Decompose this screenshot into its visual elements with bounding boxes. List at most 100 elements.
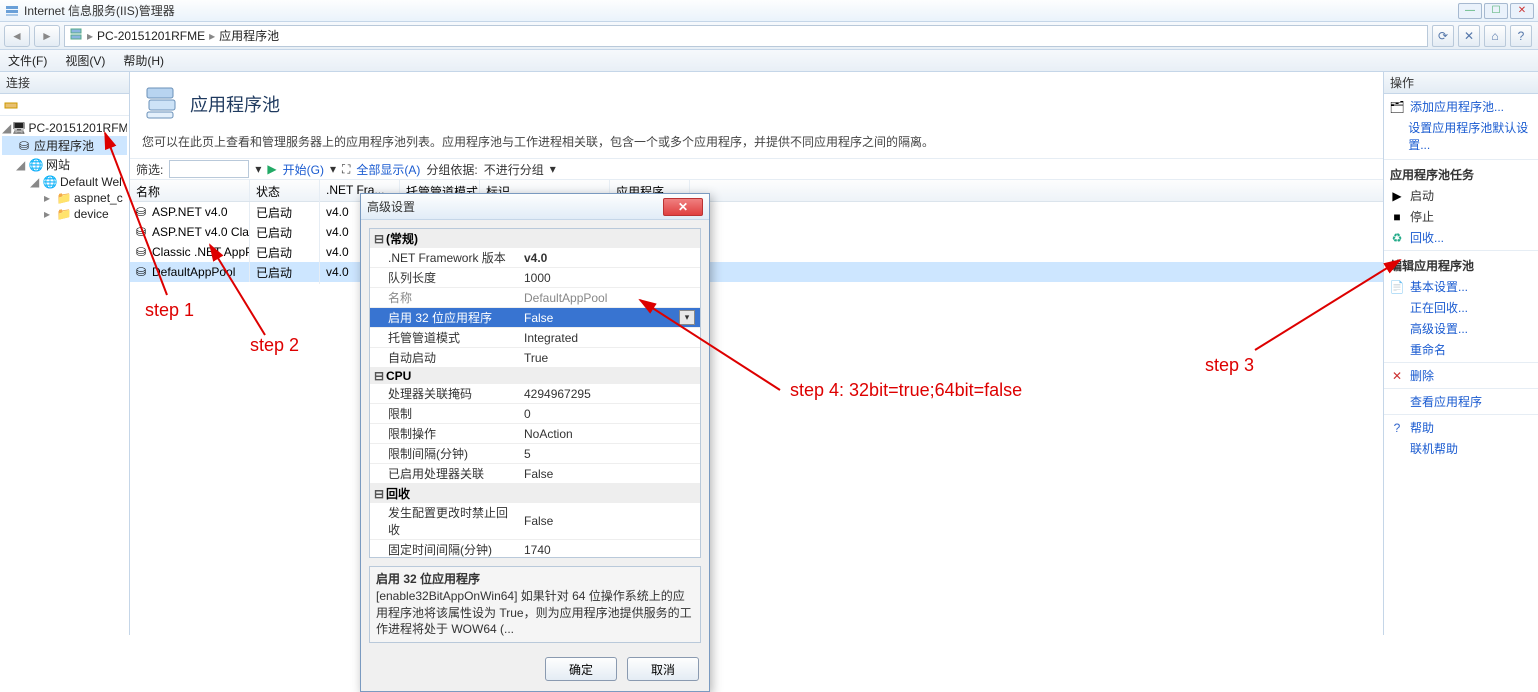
col-status[interactable]: 状态 (250, 180, 320, 201)
minimize-button[interactable]: — (1458, 3, 1482, 19)
refresh-button[interactable]: ⟳ (1432, 25, 1454, 47)
menu-help[interactable]: 帮助(H) (119, 50, 168, 71)
action-stop[interactable]: ■停止 (1384, 206, 1538, 227)
filter-label: 筛选: (136, 161, 163, 178)
app-pool-large-icon (142, 82, 182, 125)
groupby-value[interactable]: 不进行分组 (484, 161, 544, 178)
action-delete[interactable]: ✕删除 (1384, 365, 1538, 386)
menu-view[interactable]: 视图(V) (61, 50, 109, 71)
prop-row[interactable]: 限制间隔(分钟)5 (370, 444, 700, 464)
action-help[interactable]: ?帮助 (1384, 417, 1538, 438)
prop-row[interactable]: 限制0 (370, 404, 700, 424)
breadcrumb[interactable]: ▸ PC-20151201RFME ▸ 应用程序池 (64, 25, 1428, 47)
filter-input[interactable] (169, 160, 249, 178)
settings-icon: 📄 (1390, 280, 1404, 294)
tree-site[interactable]: ◢🌐Default Wel (2, 174, 127, 190)
property-help: 启用 32 位应用程序 [enable32BitAppOnWin64] 如果针对… (369, 566, 701, 643)
prop-row[interactable]: 队列长度1000 (370, 268, 700, 288)
advanced-settings-dialog: 高级设置 ✕ ⊟(常规) .NET Framework 版本v4.0 队列长度1… (360, 193, 710, 692)
server-icon (69, 27, 83, 44)
filter-toolbar: 筛选: ▾ ▶ 开始(G) ▾ ⛶ 全部显示(A) 分组依据: 不进行分组 ▾ (130, 158, 1383, 180)
breadcrumb-host[interactable]: PC-20151201RFME (97, 29, 205, 43)
connect-icon[interactable] (4, 96, 18, 113)
maximize-button[interactable]: ☐ (1484, 3, 1508, 19)
tree-folder[interactable]: ▸📁device (2, 206, 127, 222)
dialog-title: 高级设置 (367, 198, 415, 215)
table-row[interactable]: ⛁Classic .NET AppPool 已启动v4.0 (130, 242, 1383, 262)
dialog-close-button[interactable]: ✕ (663, 198, 703, 216)
add-icon: 🗂 (1390, 100, 1404, 114)
filter-dropdown[interactable]: ▾ (255, 162, 261, 176)
prop-row[interactable]: 名称DefaultAppPool (370, 288, 700, 308)
action-recycling[interactable]: 正在回收... (1384, 297, 1538, 318)
close-button[interactable]: ✕ (1510, 3, 1534, 19)
action-rename[interactable]: 重命名 (1384, 339, 1538, 360)
page-description: 您可以在此页上查看和管理服务器上的应用程序池列表。应用程序池与工作进程相关联，包… (130, 133, 1383, 158)
table-row[interactable]: ⛁DefaultAppPool 已启动v4.0 (130, 262, 1383, 282)
prop-group-cpu[interactable]: ⊟CPU (370, 368, 700, 384)
main-layout: 连接 ◢🖥PC-20151201RFME ⛁应用程序池 ◢🌐网站 ◢🌐Defau… (0, 72, 1538, 635)
menu-bar: 文件(F) 视图(V) 帮助(H) (0, 50, 1538, 72)
prop-group-recycle[interactable]: ⊟回收 (370, 484, 700, 503)
home-button[interactable]: ⌂ (1484, 25, 1506, 47)
prop-row[interactable]: 托管管道模式Integrated (370, 328, 700, 348)
prop-row[interactable]: 已启用处理器关联False (370, 464, 700, 484)
edit-header: 编辑应用程序池 (1384, 253, 1538, 276)
action-add-pool[interactable]: 🗂添加应用程序池... (1384, 96, 1538, 117)
grid-body: ⛁ASP.NET v4.0 已启动v4.0 集成ApplicationPoolI… (130, 202, 1383, 282)
prop-row[interactable]: 固定时间间隔(分钟)1740 (370, 540, 700, 558)
show-all-button[interactable]: 全部显示(A) (356, 161, 420, 178)
help-button[interactable]: ? (1510, 25, 1532, 47)
breadcrumb-page[interactable]: 应用程序池 (219, 27, 279, 44)
prop-group-general[interactable]: ⊟(常规) (370, 229, 700, 248)
go-button[interactable]: 开始(G) (283, 161, 324, 178)
dialog-buttons: 确定 取消 (361, 651, 709, 691)
property-grid[interactable]: ⊟(常规) .NET Framework 版本v4.0 队列长度1000 名称D… (369, 228, 701, 558)
connections-panel: 连接 ◢🖥PC-20151201RFME ⛁应用程序池 ◢🌐网站 ◢🌐Defau… (0, 72, 130, 635)
tree-sites[interactable]: ◢🌐网站 (2, 155, 127, 174)
tree-root[interactable]: ◢🖥PC-20151201RFME (2, 120, 127, 136)
help-icon: ? (1390, 421, 1404, 435)
app-pool-icon: ⛁ (136, 205, 150, 219)
stop-icon: ■ (1390, 210, 1404, 224)
prop-row[interactable]: .NET Framework 版本v4.0 (370, 248, 700, 268)
nav-back-button[interactable]: ◄ (4, 25, 30, 47)
ok-button[interactable]: 确定 (545, 657, 617, 681)
table-row[interactable]: ⛁ASP.NET v4.0 已启动v4.0 集成ApplicationPoolI… (130, 202, 1383, 222)
stop-button[interactable]: ✕ (1458, 25, 1480, 47)
folder-icon: 📁 (56, 191, 72, 205)
title-bar: Internet 信息服务(IIS)管理器 — ☐ ✕ (0, 0, 1538, 22)
action-advanced[interactable]: 高级设置... (1384, 318, 1538, 339)
action-view-apps[interactable]: 查看应用程序 (1384, 391, 1538, 412)
menu-file[interactable]: 文件(F) (4, 50, 51, 71)
recycle-icon: ♻ (1390, 231, 1404, 245)
prop-row[interactable]: 限制操作NoAction (370, 424, 700, 444)
tree-folder[interactable]: ▸📁aspnet_c (2, 190, 127, 206)
action-recycle[interactable]: ♻回收... (1384, 227, 1538, 248)
cancel-button[interactable]: 取消 (627, 657, 699, 681)
dialog-titlebar[interactable]: 高级设置 ✕ (361, 194, 709, 220)
app-pool-icon: ⛁ (136, 265, 150, 279)
groupby-label: 分组依据: (426, 161, 477, 178)
iis-icon (4, 3, 20, 19)
tree-app-pools[interactable]: ⛁应用程序池 (2, 136, 127, 155)
go-icon: ▶ (267, 162, 276, 176)
connections-tree: ◢🖥PC-20151201RFME ⛁应用程序池 ◢🌐网站 ◢🌐Default … (0, 116, 129, 226)
action-start[interactable]: ▶启动 (1384, 185, 1538, 206)
play-icon: ▶ (1390, 189, 1404, 203)
connections-toolbar (0, 94, 129, 116)
action-basic[interactable]: 📄基本设置... (1384, 276, 1538, 297)
action-set-defaults[interactable]: 设置应用程序池默认设置... (1384, 117, 1538, 155)
prop-row[interactable]: 自动启动True (370, 348, 700, 368)
col-name[interactable]: 名称 (130, 180, 250, 201)
prop-enable-32bit[interactable]: 启用 32 位应用程序False▾ (370, 308, 700, 328)
showall-icon: ⛶ (342, 162, 350, 177)
nav-forward-button[interactable]: ► (34, 25, 60, 47)
window-title: Internet 信息服务(IIS)管理器 (24, 2, 175, 19)
dropdown-icon[interactable]: ▾ (679, 310, 695, 325)
table-row[interactable]: ⛁ASP.NET v4.0 Classic 已启动v4.0 (130, 222, 1383, 242)
page-title: 应用程序池 (190, 91, 280, 117)
prop-row[interactable]: 发生配置更改时禁止回收False (370, 503, 700, 540)
action-online-help[interactable]: 联机帮助 (1384, 438, 1538, 459)
prop-row[interactable]: 处理器关联掩码4294967295 (370, 384, 700, 404)
